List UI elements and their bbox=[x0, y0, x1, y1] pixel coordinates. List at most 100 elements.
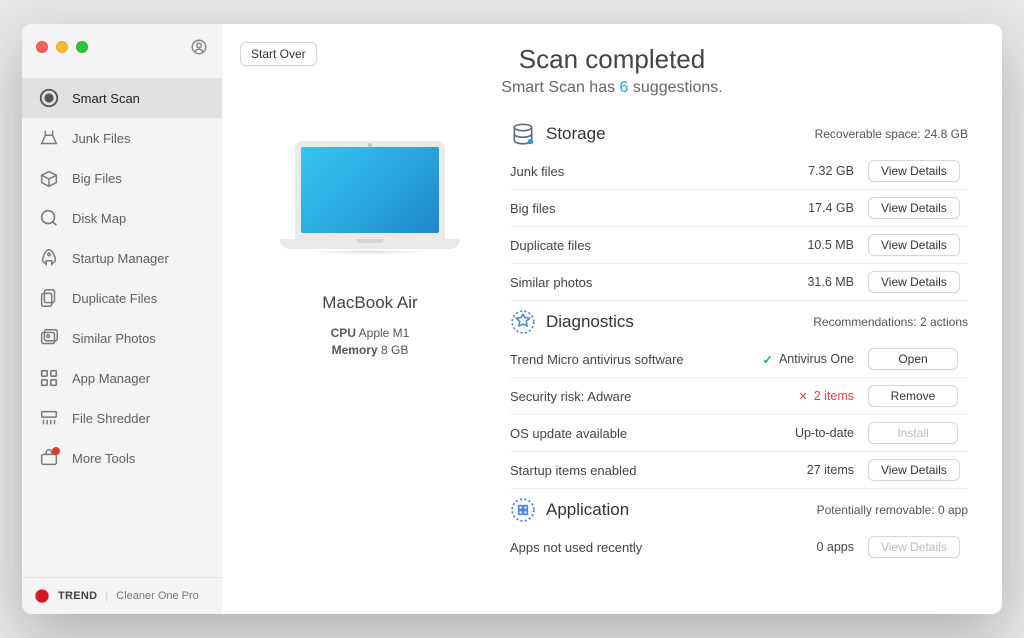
row-label: Similar photos bbox=[510, 275, 758, 290]
sidebar-item-label: More Tools bbox=[72, 451, 135, 466]
application-icon bbox=[510, 497, 536, 523]
main-content: Start Over Scan completed Smart Scan has… bbox=[222, 24, 1002, 614]
sidebar-item-more-tools[interactable]: More Tools bbox=[22, 438, 222, 478]
row-label: Startup items enabled bbox=[510, 463, 758, 478]
laptop-illustration bbox=[280, 141, 460, 271]
sidebar-item-startup-manager[interactable]: Startup Manager bbox=[22, 238, 222, 278]
storage-row-duplicate: Duplicate files 10.5 MB View Details bbox=[510, 227, 968, 264]
sidebar-item-similar-photos[interactable]: Similar Photos bbox=[22, 318, 222, 358]
box-icon bbox=[38, 167, 60, 189]
row-value: Up-to-date bbox=[758, 426, 868, 440]
branding-bar: TREND | Cleaner One Pro bbox=[22, 577, 222, 614]
sidebar-item-file-shredder[interactable]: File Shredder bbox=[22, 398, 222, 438]
row-value: Antivirus One bbox=[758, 352, 868, 367]
row-label: Duplicate files bbox=[510, 238, 758, 253]
rocket-icon bbox=[38, 247, 60, 269]
section-head-application: Application Potentially removable: 0 app bbox=[510, 489, 968, 529]
install-button: Install bbox=[868, 422, 958, 444]
diag-row-adware: Security risk: Adware 2 items Remove bbox=[510, 378, 968, 415]
sidebar-item-label: Similar Photos bbox=[72, 331, 156, 346]
cpu-label: CPU bbox=[331, 326, 356, 340]
sidebar-item-label: File Shredder bbox=[72, 411, 150, 426]
close-window-button[interactable] bbox=[36, 41, 48, 53]
device-name: MacBook Air bbox=[322, 293, 417, 313]
section-meta: Recommendations: 2 actions bbox=[813, 315, 968, 329]
vendor-name: TREND bbox=[58, 590, 97, 602]
sidebar-item-label: Disk Map bbox=[72, 211, 126, 226]
results-content: MacBook Air CPU Apple M1 Memory 8 GB Sto… bbox=[250, 113, 974, 614]
section-title: Application bbox=[546, 500, 629, 520]
sidebar-item-big-files[interactable]: Big Files bbox=[22, 158, 222, 198]
sidebar-item-smart-scan[interactable]: Smart Scan bbox=[22, 78, 222, 118]
shredder-icon bbox=[38, 407, 60, 429]
view-details-button[interactable]: View Details bbox=[868, 271, 960, 293]
storage-row-photos: Similar photos 31.6 MB View Details bbox=[510, 264, 968, 301]
sidebar-item-duplicate-files[interactable]: Duplicate Files bbox=[22, 278, 222, 318]
sidebar-item-label: Junk Files bbox=[72, 131, 131, 146]
row-value: 7.32 GB bbox=[758, 164, 868, 178]
section-head-diagnostics: Diagnostics Recommendations: 2 actions bbox=[510, 301, 968, 341]
window-controls bbox=[22, 24, 222, 66]
zoom-window-button[interactable] bbox=[76, 41, 88, 53]
remove-button[interactable]: Remove bbox=[868, 385, 958, 407]
storage-icon bbox=[510, 121, 536, 147]
subtitle-suffix: suggestions. bbox=[628, 79, 722, 96]
section-head-storage: Storage Recoverable space: 24.8 GB bbox=[510, 113, 968, 153]
sidebar-item-label: Startup Manager bbox=[72, 251, 169, 266]
hero: Scan completed Smart Scan has 6 suggesti… bbox=[250, 44, 974, 97]
sidebar: Smart Scan Junk Files Big Files Disk Map… bbox=[22, 24, 222, 614]
storage-row-junk: Junk files 7.32 GB View Details bbox=[510, 153, 968, 190]
row-label: Big files bbox=[510, 201, 758, 216]
row-value: 27 items bbox=[758, 463, 868, 477]
storage-row-big: Big files 17.4 GB View Details bbox=[510, 190, 968, 227]
notification-badge bbox=[52, 447, 60, 455]
view-details-button[interactable]: View Details bbox=[868, 197, 960, 219]
minimize-window-button[interactable] bbox=[56, 41, 68, 53]
sidebar-item-label: Big Files bbox=[72, 171, 122, 186]
sidebar-item-junk-files[interactable]: Junk Files bbox=[22, 118, 222, 158]
memory-value: 8 GB bbox=[381, 343, 408, 357]
subtitle-prefix: Smart Scan has bbox=[501, 79, 619, 96]
sidebar-item-app-manager[interactable]: App Manager bbox=[22, 358, 222, 398]
trend-micro-logo-icon bbox=[34, 588, 50, 604]
app-window: Smart Scan Junk Files Big Files Disk Map… bbox=[22, 24, 1002, 614]
page-title: Scan completed bbox=[250, 44, 974, 75]
section-meta: Recoverable space: 24.8 GB bbox=[815, 127, 968, 141]
account-icon[interactable] bbox=[190, 38, 208, 56]
row-label: Trend Micro antivirus software bbox=[510, 352, 758, 367]
page-subtitle: Smart Scan has 6 suggestions. bbox=[250, 79, 974, 97]
section-title: Storage bbox=[546, 124, 606, 144]
magnifier-icon bbox=[38, 207, 60, 229]
device-specs: CPU Apple M1 Memory 8 GB bbox=[331, 323, 410, 360]
device-panel: MacBook Air CPU Apple M1 Memory 8 GB bbox=[250, 113, 490, 614]
start-over-button[interactable]: Start Over bbox=[240, 42, 317, 66]
sidebar-item-label: App Manager bbox=[72, 371, 150, 386]
view-details-button[interactable]: View Details bbox=[868, 459, 960, 481]
target-icon bbox=[38, 87, 60, 109]
row-label: Security risk: Adware bbox=[510, 389, 758, 404]
row-value: 31.6 MB bbox=[758, 275, 868, 289]
cpu-value: Apple M1 bbox=[359, 326, 410, 340]
row-value: 0 apps bbox=[758, 540, 868, 554]
row-label: Apps not used recently bbox=[510, 540, 758, 555]
diag-row-startup: Startup items enabled 27 items View Deta… bbox=[510, 452, 968, 489]
broom-icon bbox=[38, 127, 60, 149]
row-value: 10.5 MB bbox=[758, 238, 868, 252]
sidebar-nav: Smart Scan Junk Files Big Files Disk Map… bbox=[22, 78, 222, 577]
view-details-button: View Details bbox=[868, 536, 960, 558]
product-name: Cleaner One Pro bbox=[116, 590, 199, 602]
sidebar-item-disk-map[interactable]: Disk Map bbox=[22, 198, 222, 238]
duplicate-icon bbox=[38, 287, 60, 309]
diag-row-os-update: OS update available Up-to-date Install bbox=[510, 415, 968, 452]
view-details-button[interactable]: View Details bbox=[868, 160, 960, 182]
diag-row-antivirus: Trend Micro antivirus software Antivirus… bbox=[510, 341, 968, 378]
view-details-button[interactable]: View Details bbox=[868, 234, 960, 256]
app-row-unused: Apps not used recently 0 apps View Detai… bbox=[510, 529, 968, 565]
grid-icon bbox=[38, 367, 60, 389]
section-title: Diagnostics bbox=[546, 312, 634, 332]
section-meta: Potentially removable: 0 app bbox=[817, 503, 968, 517]
brand-divider: | bbox=[105, 590, 108, 602]
open-button[interactable]: Open bbox=[868, 348, 958, 370]
photos-icon bbox=[38, 327, 60, 349]
row-value: 17.4 GB bbox=[758, 201, 868, 215]
